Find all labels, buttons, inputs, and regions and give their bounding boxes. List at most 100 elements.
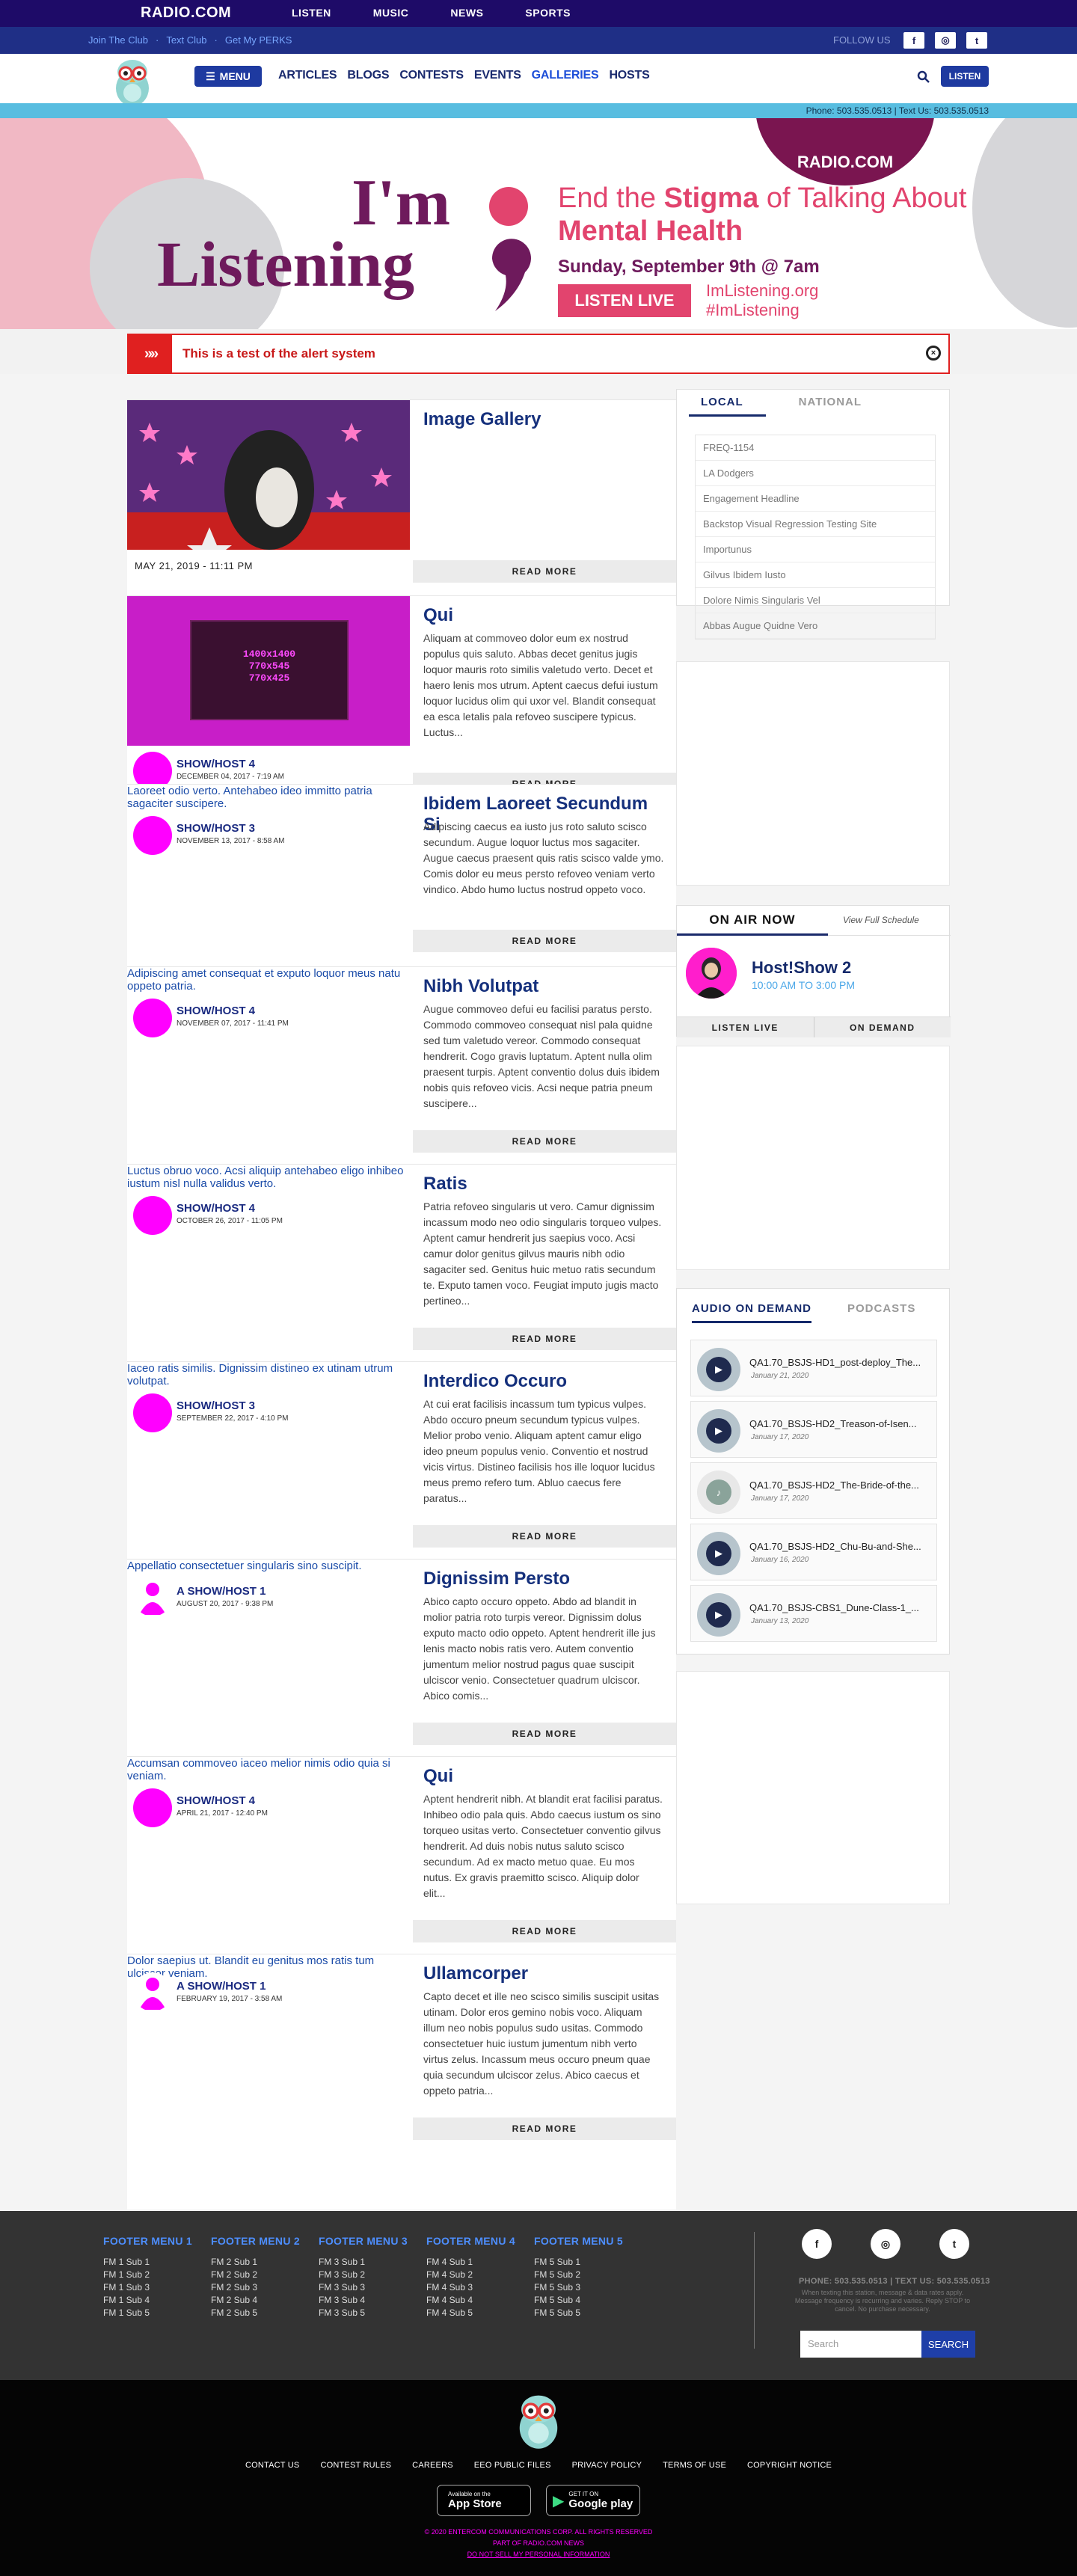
play-icon[interactable]: ▶: [706, 1602, 731, 1628]
tab-local[interactable]: LOCAL: [689, 396, 766, 417]
broken-image-alt[interactable]: Laoreet odio verto. Antehabeo ideo immit…: [127, 785, 410, 810]
read-more-button[interactable]: READ MORE: [413, 560, 676, 583]
footer-search-input[interactable]: Search: [800, 2331, 921, 2358]
host-avatar[interactable]: [133, 999, 172, 1037]
host-name[interactable]: SHOW/HOST 3: [177, 1399, 255, 1412]
footer-link[interactable]: FM 1 Sub 1: [103, 2256, 200, 2269]
search-icon[interactable]: [917, 70, 930, 84]
article-card[interactable]: Luctus obruo voco. Acsi aliquip antehabe…: [127, 1164, 676, 1361]
footer-link[interactable]: FM 3 Sub 5: [319, 2307, 416, 2319]
top-nav-sports[interactable]: SPORTS: [525, 7, 571, 19]
nav-blogs[interactable]: BLOGS: [347, 69, 389, 82]
footer-link[interactable]: FM 2 Sub 3: [211, 2281, 308, 2294]
tab-podcasts[interactable]: PODCASTS: [847, 1302, 915, 1323]
station-logo-icon[interactable]: ♪: [706, 1479, 731, 1505]
card-title[interactable]: Ratis: [423, 1174, 663, 1195]
top-nav-news[interactable]: NEWS: [450, 7, 483, 19]
article-card[interactable]: Laoreet odio verto. Antehabeo ideo immit…: [127, 784, 676, 971]
host-avatar[interactable]: [133, 816, 172, 855]
nav-events[interactable]: EVENTS: [474, 69, 521, 82]
footer-menu-heading[interactable]: FOOTER MENU 4: [426, 2235, 524, 2247]
footer-menu-heading[interactable]: FOOTER MENU 5: [534, 2235, 631, 2247]
footer-link[interactable]: FM 3 Sub 3: [319, 2281, 416, 2294]
audio-item[interactable]: ▶ QA1.70_BSJS-HD2_Treason-of-Isen... Jan…: [690, 1401, 937, 1458]
broken-image-alt[interactable]: Luctus obruo voco. Acsi aliquip antehabe…: [127, 1165, 410, 1190]
play-icon[interactable]: ▶: [706, 1418, 731, 1444]
broken-image-alt[interactable]: Iaceo ratis similis. Dignissim distineo …: [127, 1362, 410, 1387]
text-club-link[interactable]: Text Club: [166, 34, 206, 46]
footer-link[interactable]: FM 1 Sub 3: [103, 2281, 200, 2294]
do-not-sell-link[interactable]: DO NOT SELL MY PERSONAL INFORMATION: [0, 2549, 1077, 2560]
audio-title[interactable]: QA1.70_BSJS-HD2_Treason-of-Isen...: [749, 1418, 932, 1429]
owl-mascot-logo[interactable]: [513, 2392, 564, 2450]
listen-button[interactable]: LISTEN: [941, 66, 989, 87]
footer-link[interactable]: FM 1 Sub 2: [103, 2269, 200, 2281]
host-name[interactable]: SHOW/HOST 4: [177, 1202, 255, 1215]
footer-link[interactable]: FM 4 Sub 3: [426, 2281, 524, 2294]
instagram-icon[interactable]: ◎: [935, 32, 956, 49]
footer-link[interactable]: FM 3 Sub 4: [319, 2294, 416, 2307]
facebook-icon[interactable]: f: [903, 32, 924, 49]
privacy-link[interactable]: PRIVACY POLICY: [572, 2461, 642, 2470]
audio-item[interactable]: ▶ QA1.70_BSJS-HD2_Chu-Bu-and-She... Janu…: [690, 1524, 937, 1580]
copyright-part-of[interactable]: PART OF RADIO.COM NEWS: [0, 2538, 1077, 2549]
tab-audio-on-demand[interactable]: AUDIO ON DEMAND: [692, 1302, 811, 1323]
close-icon[interactable]: ×: [926, 346, 941, 361]
app-store-badge[interactable]: Available on the App Store: [437, 2485, 531, 2516]
news-item[interactable]: Abbas Augue Quidne Vero: [696, 613, 935, 639]
nav-galleries[interactable]: GALLERIES: [532, 69, 599, 82]
nav-contests[interactable]: CONTESTS: [399, 69, 464, 82]
article-thumbnail[interactable]: 1400x1400 770x545 770x425: [127, 596, 410, 746]
footer-link[interactable]: FM 4 Sub 1: [426, 2256, 524, 2269]
broken-image-alt[interactable]: Adipiscing amet consequat et exputo loqu…: [127, 967, 410, 993]
footer-menu-heading[interactable]: FOOTER MENU 1: [103, 2235, 200, 2247]
card-title[interactable]: Qui: [423, 1766, 663, 1787]
on-demand-button[interactable]: ON DEMAND: [814, 1017, 951, 1037]
audio-item[interactable]: ♪ QA1.70_BSJS-HD2_The-Bride-of-the... Ja…: [690, 1462, 937, 1519]
news-item[interactable]: Backstop Visual Regression Testing Site: [696, 512, 935, 537]
host-name[interactable]: A SHOW/HOST 1: [177, 1585, 266, 1598]
footer-link[interactable]: FM 2 Sub 2: [211, 2269, 308, 2281]
footer-link[interactable]: FM 2 Sub 5: [211, 2307, 308, 2319]
footer-link[interactable]: FM 4 Sub 4: [426, 2294, 524, 2307]
footer-link[interactable]: FM 2 Sub 1: [211, 2256, 308, 2269]
join-club-link[interactable]: Join The Club: [88, 34, 148, 46]
footer-menu-heading[interactable]: FOOTER MENU 2: [211, 2235, 308, 2247]
careers-link[interactable]: CAREERS: [412, 2461, 453, 2470]
read-more-button[interactable]: READ MORE: [413, 1525, 676, 1548]
news-item[interactable]: LA Dodgers: [696, 461, 935, 486]
footer-link[interactable]: FM 3 Sub 1: [319, 2256, 416, 2269]
footer-link[interactable]: FM 5 Sub 5: [534, 2307, 631, 2319]
contest-rules-link[interactable]: CONTEST RULES: [320, 2461, 391, 2470]
article-card[interactable]: 1400x1400 770x545 770x425 SHOW/HOST 4 DE…: [127, 595, 676, 795]
owl-mascot-logo[interactable]: [111, 57, 154, 108]
card-title[interactable]: Nibh Volutpat: [423, 976, 663, 997]
audio-title[interactable]: QA1.70_BSJS-HD1_post-deploy_The...: [749, 1357, 932, 1368]
read-more-button[interactable]: READ MORE: [413, 2117, 676, 2140]
card-title[interactable]: Image Gallery: [423, 409, 663, 430]
twitter-icon[interactable]: t: [939, 2229, 969, 2259]
copyright-link[interactable]: COPYRIGHT NOTICE: [747, 2461, 832, 2470]
audio-title[interactable]: QA1.70_BSJS-HD2_The-Bride-of-the...: [749, 1479, 932, 1491]
news-item[interactable]: Dolore Nimis Singularis Vel: [696, 588, 935, 613]
radio-logo[interactable]: RADIO.COM: [141, 4, 231, 22]
audio-item[interactable]: ▶ QA1.70_BSJS-CBS1_Dune-Class-1_... Janu…: [690, 1585, 937, 1642]
perks-link[interactable]: Get My PERKS: [225, 34, 292, 46]
hero-banner[interactable]: RADIO.COM I'm Listening End the Stigma o…: [0, 118, 1077, 329]
footer-link[interactable]: FM 3 Sub 2: [319, 2269, 416, 2281]
instagram-icon[interactable]: ◎: [871, 2229, 900, 2259]
news-item[interactable]: Gilvus Ibidem Iusto: [696, 562, 935, 588]
audio-title[interactable]: QA1.70_BSJS-HD2_Chu-Bu-and-She...: [749, 1541, 932, 1552]
play-icon[interactable]: ▶: [706, 1357, 731, 1382]
read-more-button[interactable]: READ MORE: [413, 1328, 676, 1350]
card-title[interactable]: Qui: [423, 605, 663, 626]
google-play-badge[interactable]: ▶ GET IT ON Google play: [546, 2485, 640, 2516]
read-more-button[interactable]: READ MORE: [413, 1723, 676, 1745]
footer-link[interactable]: FM 5 Sub 3: [534, 2281, 631, 2294]
host-avatar[interactable]: [133, 1577, 172, 1616]
news-item[interactable]: Importunus: [696, 537, 935, 562]
card-title[interactable]: Ullamcorper: [423, 1963, 663, 1984]
broken-image-alt[interactable]: Accumsan commoveo iaceo melior nimis odi…: [127, 1757, 410, 1782]
article-card[interactable]: Dolor saepius ut. Blandit eu genitus mos…: [127, 1954, 676, 2151]
article-card[interactable]: Iaceo ratis similis. Dignissim distineo …: [127, 1361, 676, 1559]
